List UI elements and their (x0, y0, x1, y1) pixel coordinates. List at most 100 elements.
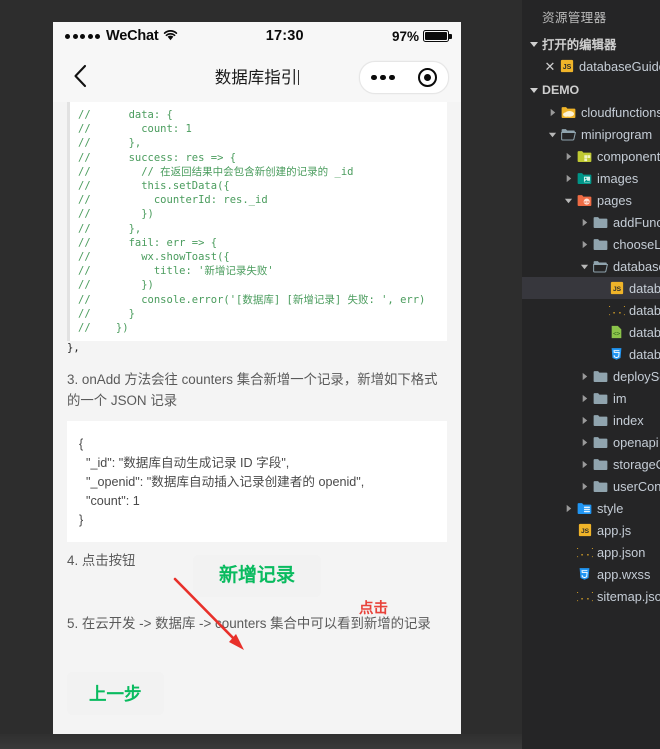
page-title-text: 数据库指引 (214, 69, 298, 87)
battery-icon (423, 30, 452, 42)
tree-item-chooselib[interactable]: chooseLib (522, 233, 660, 255)
tree-item-components[interactable]: components (522, 145, 660, 167)
folder-icon (592, 456, 609, 472)
tree-item-label: databaseGuide.wxml (629, 324, 660, 340)
folder-pages-icon: <> (576, 192, 593, 208)
tree-item-label: index (613, 412, 644, 428)
tree-item-label: databaseGuide.wxss (629, 346, 660, 362)
json-lines: { "_id": "数据库自动生成记录 ID 字段", "_openid": "… (79, 437, 365, 528)
back-button[interactable] (65, 61, 95, 91)
svg-text:{..}: {..} (577, 592, 593, 603)
wechat-capsule-bar[interactable] (359, 61, 449, 94)
tree-item-sitemap-json[interactable]: {..} sitemap.json (522, 585, 660, 607)
svg-text:{..}: {..} (577, 548, 593, 559)
tree-item-label: storageConsole (613, 456, 660, 472)
folder-open-icon (560, 126, 577, 142)
folder-icon (592, 412, 609, 428)
chevron-down-icon[interactable] (576, 262, 592, 271)
section-project-root[interactable]: DEMO (522, 79, 660, 101)
folder-icon (592, 478, 609, 494)
tree-item-app-wxss[interactable]: app.wxss (522, 563, 660, 585)
step-3-text: 3. onAdd 方法会往 counters 集合新增一个记录，新增如下格式的一… (67, 372, 438, 409)
folder-components-icon (576, 148, 593, 164)
tree-item-label: deployService (613, 368, 660, 384)
js-file-icon: JS (576, 522, 593, 538)
status-bar: WeChat 17:30 97% (53, 22, 461, 50)
folder-icon (592, 214, 609, 230)
folder-icon (592, 236, 609, 252)
nav-bar: 数据库指引 (53, 50, 461, 102)
svg-text:<>: <> (613, 331, 621, 338)
tree-item-app-js[interactable]: JS app.js (522, 519, 660, 541)
chevron-right-icon[interactable] (576, 218, 592, 227)
code-lines: // data: { // count: 1 // }, // success:… (78, 109, 426, 335)
phone-simulator: WeChat 17:30 97% 数据库指引 // data: {// cou… (53, 22, 461, 734)
chevron-right-icon[interactable] (576, 416, 592, 425)
chevron-right-icon[interactable] (560, 504, 576, 513)
folder-images-icon (576, 170, 593, 186)
tree-item-databaseguide-json[interactable]: {..} databaseGuide.json (522, 299, 660, 321)
tree-item-label: databaseGuide.js (629, 280, 660, 296)
chevron-right-icon[interactable] (576, 372, 592, 381)
tree-item-databaseguide-wxss[interactable]: databaseGuide.wxss (522, 343, 660, 365)
tree-item-userconsole[interactable]: userConsole (522, 475, 660, 497)
chevron-down-icon[interactable] (544, 130, 560, 139)
open-editor-item[interactable]: ✕ JS databaseGuide.js (522, 55, 660, 77)
tree-item-label: addFunction (613, 214, 660, 230)
target-circle-icon[interactable] (417, 68, 437, 87)
tree-item-pages[interactable]: <> pages (522, 189, 660, 211)
tree-item-label: userConsole (613, 478, 660, 494)
chevron-right-icon[interactable] (576, 240, 592, 249)
tree-item-label: miniprogram (581, 126, 653, 142)
chevron-right-icon[interactable] (576, 394, 592, 403)
tree-item-app-json[interactable]: {..} app.json (522, 541, 660, 563)
js-file-icon: JS (558, 58, 575, 74)
tree-item-label: pages (597, 192, 632, 208)
prev-step-button[interactable]: 上一步 (67, 672, 164, 716)
tree-item-deployservice[interactable]: deployService (522, 365, 660, 387)
add-record-button[interactable]: 新增记录 (192, 555, 321, 598)
chevron-right-icon[interactable] (560, 174, 576, 183)
chevron-right-icon[interactable] (576, 460, 592, 469)
tree-item-databaseguide[interactable]: databaseGuide (522, 255, 660, 277)
chevron-right-icon[interactable] (576, 438, 592, 447)
tree-item-openapi[interactable]: openapi (522, 431, 660, 453)
chevron-down-icon (526, 39, 542, 49)
chevron-left-icon (73, 64, 86, 88)
tree-item-index[interactable]: index (522, 409, 660, 431)
chevron-down-icon[interactable] (560, 196, 576, 205)
signal-dots-icon (65, 33, 100, 39)
tree-item-label: app.wxss (597, 566, 651, 582)
chevron-right-icon[interactable] (576, 482, 592, 491)
clock-label: 17:30 (265, 28, 304, 44)
tree-item-im[interactable]: im (522, 387, 660, 409)
svg-text:JS: JS (562, 64, 571, 71)
tree-item-label: databaseGuide (613, 258, 660, 274)
tree-item-images[interactable]: images (522, 167, 660, 189)
svg-text:JS: JS (612, 286, 621, 293)
tree-item-databaseguide-js[interactable]: JS databaseGuide.js (522, 277, 660, 299)
section-open-editors[interactable]: 打开的编辑器 (522, 33, 660, 55)
tree-item-storageconsole[interactable]: storageConsole (522, 453, 660, 475)
project-root-label: DEMO (542, 83, 580, 97)
tree-item-label: components (597, 148, 660, 164)
folder-style-icon (576, 500, 593, 516)
status-bar-left: WeChat (65, 28, 178, 44)
tree-item-cloudfunctions[interactable]: cloudfunctions (522, 101, 660, 123)
open-editors-label: 打开的编辑器 (542, 38, 617, 52)
more-dots-icon[interactable] (371, 74, 395, 81)
tree-item-style[interactable]: style (522, 497, 660, 519)
chevron-right-icon[interactable] (544, 108, 560, 117)
code-block-tail: }, (67, 342, 80, 355)
tree-item-label: databaseGuide.json (629, 302, 660, 318)
tree-item-label: sitemap.json (597, 588, 660, 604)
tree-item-databaseguide-wxml[interactable]: <> databaseGuide.wxml (522, 321, 660, 343)
tree-item-miniprogram[interactable]: miniprogram (522, 123, 660, 145)
xml-file-icon: <> (608, 324, 625, 340)
tree-item-addfunction[interactable]: addFunction (522, 211, 660, 233)
close-icon[interactable]: ✕ (542, 60, 558, 73)
chevron-right-icon[interactable] (560, 152, 576, 161)
svg-text:{..}: {..} (609, 306, 625, 317)
css-file-icon (608, 346, 625, 362)
code-block-json: { "_id": "数据库自动生成记录 ID 字段", "_openid": "… (67, 421, 447, 543)
